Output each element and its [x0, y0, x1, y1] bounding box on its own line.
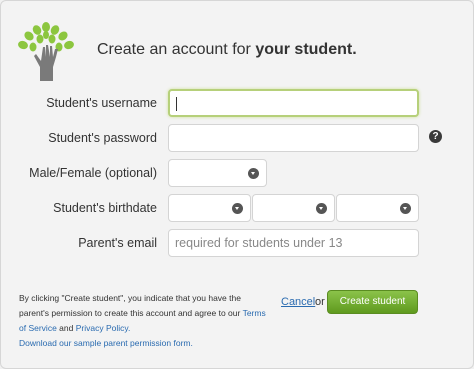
- parent-email-placeholder: required for students under 13: [175, 236, 343, 250]
- birth-day-select[interactable]: [252, 194, 335, 222]
- birth-month-select[interactable]: [168, 194, 251, 222]
- chevron-down-circle-icon: [232, 203, 243, 214]
- privacy-policy-link[interactable]: Privacy Policy.: [76, 323, 131, 333]
- parent-email-label: Parent's email: [78, 236, 157, 250]
- create-account-dialog: Create an account for your student. Stud…: [0, 0, 474, 369]
- password-label: Student's password: [48, 131, 157, 145]
- or-text: or: [315, 296, 325, 308]
- page-title: Create an account for your student.: [97, 41, 357, 59]
- and-text: and: [59, 323, 74, 333]
- chevron-down-circle-icon: [248, 168, 259, 179]
- consent-notice: By clicking "Create student", you indica…: [19, 291, 269, 351]
- birthdate-label: Student's birthdate: [53, 201, 157, 215]
- birth-year-select[interactable]: [336, 194, 419, 222]
- username-input[interactable]: [168, 89, 419, 117]
- gender-select[interactable]: [168, 159, 267, 187]
- username-label: Student's username: [46, 96, 157, 110]
- title-prefix: Create an account for: [97, 41, 256, 58]
- gender-label: Male/Female (optional): [29, 166, 157, 180]
- consent-text: By clicking "Create student", you indica…: [19, 293, 241, 318]
- question-circle-icon[interactable]: ?: [429, 130, 442, 143]
- create-student-button[interactable]: Create student: [327, 290, 418, 314]
- parent-email-input[interactable]: required for students under 13: [168, 229, 419, 257]
- chevron-down-circle-icon: [400, 203, 411, 214]
- chevron-down-circle-icon: [316, 203, 327, 214]
- title-bold: your student.: [255, 41, 357, 58]
- download-permission-form-link[interactable]: Download our sample parent permission fo…: [19, 336, 269, 351]
- text-caret: [176, 97, 177, 111]
- password-input[interactable]: [168, 124, 419, 152]
- tree-hand-logo: [18, 22, 74, 81]
- cancel-link[interactable]: Cancel: [281, 296, 315, 308]
